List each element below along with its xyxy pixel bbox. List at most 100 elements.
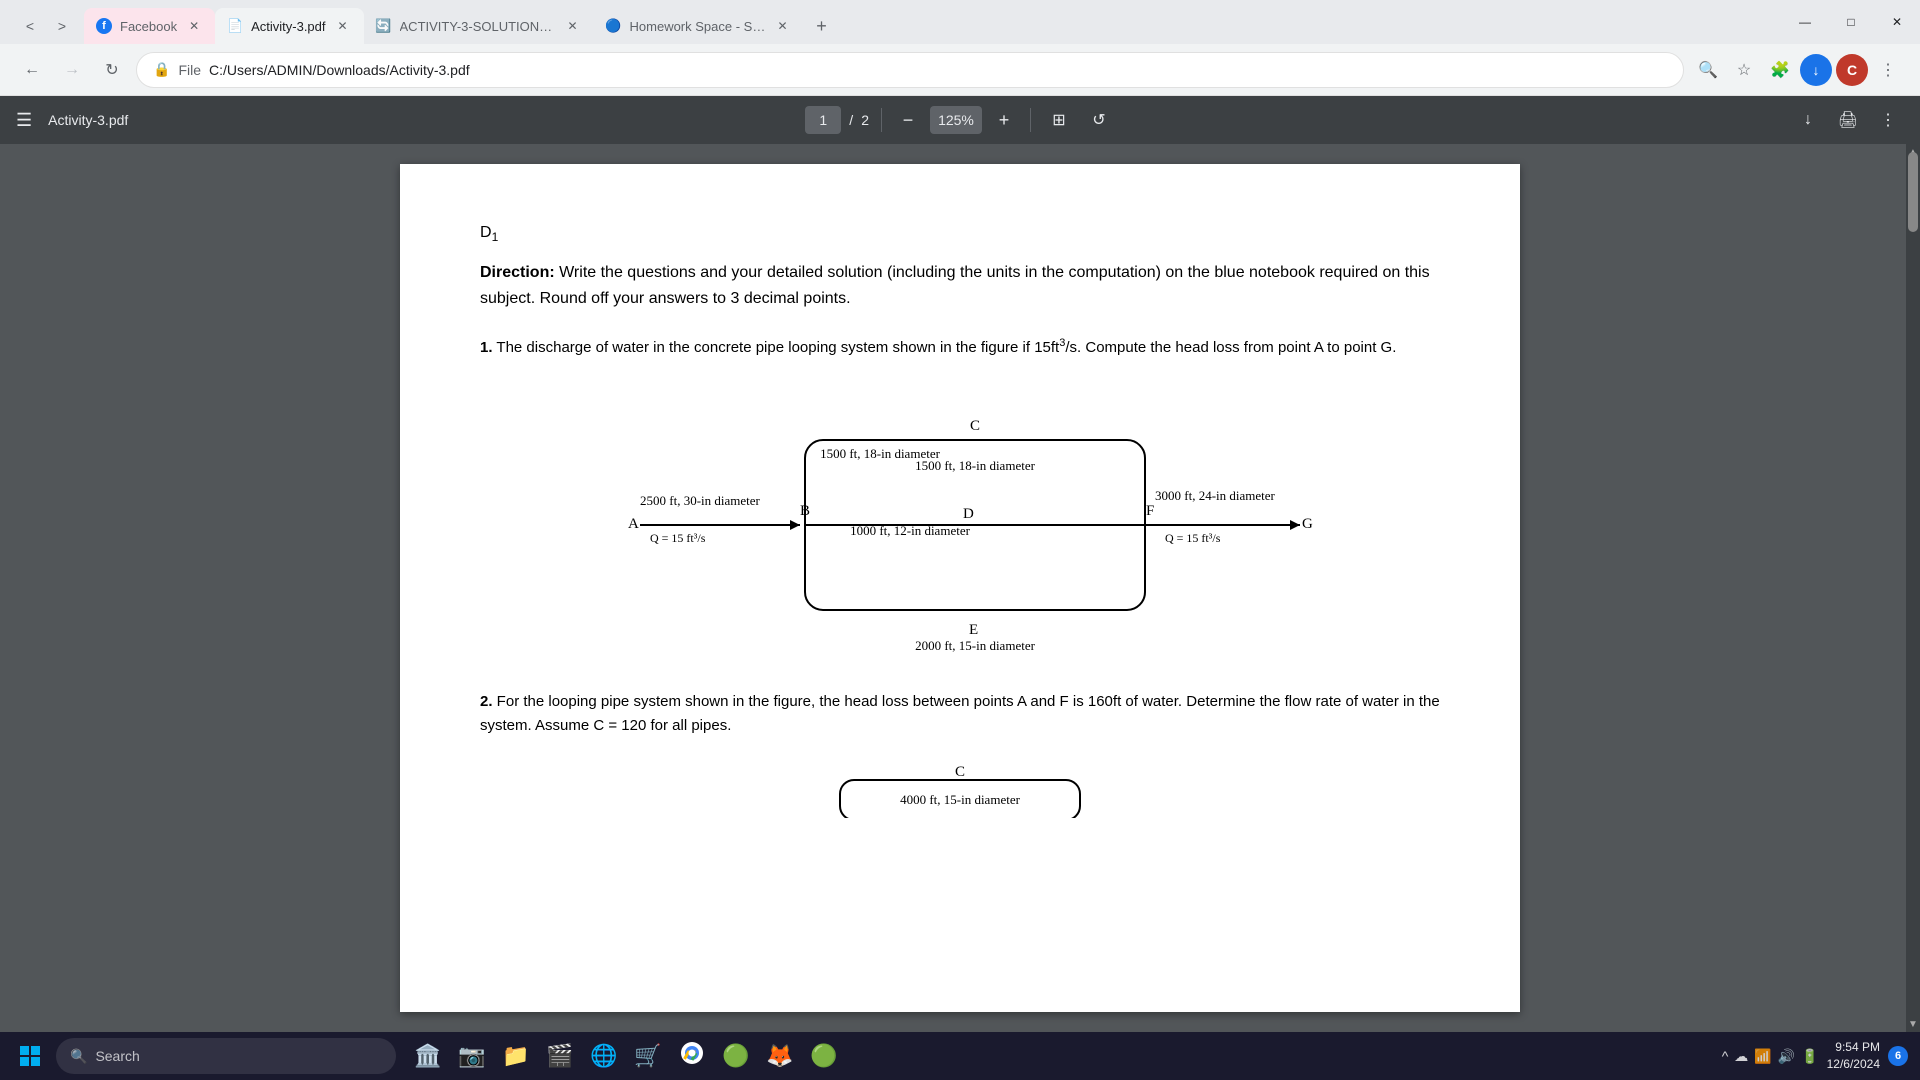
taskbar-app-store[interactable]: 🛒 bbox=[628, 1036, 668, 1076]
tab-activity3-close[interactable]: ✕ bbox=[334, 17, 352, 35]
pdf-download-btn[interactable]: ↓ bbox=[1792, 104, 1824, 136]
video-icon: 🎬 bbox=[546, 1043, 573, 1069]
forward-button[interactable]: → bbox=[56, 54, 88, 86]
clock-date: 12/6/2024 bbox=[1827, 1056, 1880, 1073]
browser-menu-btn[interactable]: ⋮ bbox=[1872, 54, 1904, 86]
taskbar-app-firefox[interactable]: 🦊 bbox=[760, 1036, 800, 1076]
taskbar-app-camera[interactable]: 📷 bbox=[452, 1036, 492, 1076]
new-tab-button[interactable]: + bbox=[808, 12, 836, 40]
tab-facebook-title: Facebook bbox=[120, 19, 177, 34]
lock-icon: 🔒 bbox=[153, 61, 170, 78]
tab-studyx[interactable]: 🔵 Homework Space - StudyX ✕ bbox=[594, 8, 804, 44]
partial-diagram: C 4000 ft, 15-in diameter bbox=[480, 758, 1440, 818]
partial-diagram-svg: C 4000 ft, 15-in diameter bbox=[760, 758, 1160, 818]
spotify-icon: 🟢 bbox=[810, 1043, 837, 1069]
url-text: C:/Users/ADMIN/Downloads/Activity-3.pdf bbox=[209, 62, 470, 78]
pdf-page-input[interactable] bbox=[805, 106, 841, 134]
tab-facebook-close[interactable]: ✕ bbox=[185, 17, 203, 35]
pdf-toolbar: ☰ Activity-3.pdf / 2 − + ⊞ ↺ ↓ 🖨 ⋮ bbox=[0, 96, 1920, 144]
pdf-heading: D1 bbox=[480, 224, 1440, 244]
pdf-print-btn[interactable]: 🖨 bbox=[1832, 104, 1864, 136]
pdf-toolbar-right: ↓ 🖨 ⋮ bbox=[1792, 104, 1904, 136]
maximize-button[interactable]: □ bbox=[1828, 6, 1874, 38]
window-controls: — □ ✕ bbox=[1782, 6, 1920, 38]
pdf-problem-1: 1. The discharge of water in the concret… bbox=[480, 335, 1440, 360]
download-button[interactable]: ↓ bbox=[1800, 54, 1832, 86]
top-pipe-inner: 1500 ft, 18-in diameter bbox=[915, 458, 1036, 473]
cloud-icon[interactable]: ☁ bbox=[1734, 1048, 1748, 1065]
tab-strip: f Facebook ✕ 📄 Activity-3.pdf ✕ 🔄 ACTIVI… bbox=[84, 8, 1782, 44]
taskbar-app-spotify[interactable]: 🟢 bbox=[804, 1036, 844, 1076]
windows-logo-icon bbox=[18, 1044, 42, 1068]
problem2-num: 2. bbox=[480, 693, 493, 710]
taskbar-app-browser2[interactable]: 🟢 bbox=[716, 1036, 756, 1076]
minimize-button[interactable]: — bbox=[1782, 6, 1828, 38]
label-d: D bbox=[963, 506, 974, 522]
pdf-menu-icon[interactable]: ☰ bbox=[16, 110, 32, 131]
search-icon-btn[interactable]: 🔍 bbox=[1692, 54, 1724, 86]
toolbar-right: 🔍 ☆ 🧩 ↓ C ⋮ bbox=[1692, 54, 1904, 86]
pdf-divider bbox=[881, 108, 882, 132]
label-c: C bbox=[970, 418, 980, 434]
tab-back-btn[interactable]: ˂ bbox=[16, 12, 44, 40]
chevron-icon[interactable]: ^ bbox=[1722, 1048, 1729, 1064]
tab-solutions[interactable]: 🔄 ACTIVITY-3-SOLUTIONS.pdf ✕ bbox=[364, 8, 594, 44]
taskbar-app-chrome[interactable] bbox=[672, 1036, 712, 1076]
studyx-favicon: 🔵 bbox=[606, 18, 622, 34]
extensions-btn[interactable]: 🧩 bbox=[1764, 54, 1796, 86]
scrollbar-thumb[interactable] bbox=[1908, 152, 1918, 232]
pdf-filename: Activity-3.pdf bbox=[48, 112, 128, 128]
pdf-page: D1 Direction: Write the questions and yo… bbox=[400, 164, 1520, 1012]
back-button[interactable]: ← bbox=[16, 54, 48, 86]
taskbar-app-filemanager[interactable]: 📁 bbox=[496, 1036, 536, 1076]
label-e: E bbox=[969, 622, 978, 638]
solutions-favicon: 🔄 bbox=[376, 18, 392, 34]
bookmark-star-btn[interactable]: ☆ bbox=[1728, 54, 1760, 86]
wifi-icon[interactable]: 📶 bbox=[1754, 1048, 1771, 1065]
flow-right-label: Q = 15 ft³/s bbox=[1165, 531, 1221, 545]
taskbar-search-bar[interactable]: 🔍 Search bbox=[56, 1038, 396, 1074]
scrollbar-right[interactable]: ▲ ▼ bbox=[1906, 144, 1920, 1032]
zoom-out-button[interactable]: − bbox=[894, 106, 922, 134]
tab-solutions-close[interactable]: ✕ bbox=[564, 17, 582, 35]
notification-badge[interactable]: 6 bbox=[1888, 1046, 1908, 1066]
store-icon: 🛒 bbox=[634, 1043, 661, 1069]
taskbar: 🔍 Search 🏛️ 📷 📁 🎬 🌐 🛒 bbox=[0, 1032, 1920, 1080]
taskbar-app-video[interactable]: 🎬 bbox=[540, 1036, 580, 1076]
start-button[interactable] bbox=[12, 1038, 48, 1074]
fit-page-button[interactable]: ⊞ bbox=[1043, 104, 1075, 136]
volume-icon[interactable]: 🔊 bbox=[1778, 1048, 1795, 1065]
zoom-input[interactable] bbox=[930, 106, 982, 134]
scroll-down-arrow[interactable]: ▼ bbox=[1907, 1016, 1919, 1032]
bottom-pipe-label: 2000 ft, 15-in diameter bbox=[915, 638, 1036, 653]
tab-left-controls: ˂ ˃ bbox=[8, 12, 84, 40]
tab-facebook[interactable]: f Facebook ✕ bbox=[84, 8, 215, 44]
right-pipe-label: 3000 ft, 24-in diameter bbox=[1155, 488, 1276, 503]
problem2-text: For the looping pipe system shown in the… bbox=[480, 693, 1440, 734]
clock[interactable]: 9:54 PM 12/6/2024 bbox=[1827, 1039, 1880, 1073]
pdf-more-btn[interactable]: ⋮ bbox=[1872, 104, 1904, 136]
pdf-toolbar-center: / 2 − + ⊞ ↺ bbox=[140, 104, 1780, 136]
url-bar[interactable]: 🔒 File C:/Users/ADMIN/Downloads/Activity… bbox=[136, 52, 1684, 88]
browser-window: ˂ ˃ f Facebook ✕ 📄 Activity-3.pdf ✕ 🔄 AC… bbox=[0, 0, 1920, 1080]
profile-button[interactable]: C bbox=[1836, 54, 1868, 86]
flow-left-label: Q = 15 ft³/s bbox=[650, 531, 706, 545]
zoom-in-button[interactable]: + bbox=[990, 106, 1018, 134]
pipe-diagram: A B 2500 ft, 30-in diameter Q = 15 ft³/s… bbox=[480, 380, 1440, 660]
taskbar-app-explorer[interactable]: 🏛️ bbox=[408, 1036, 448, 1076]
activity3-favicon: 📄 bbox=[227, 18, 243, 34]
camera-icon: 📷 bbox=[458, 1043, 485, 1069]
rotate-button[interactable]: ↺ bbox=[1083, 104, 1115, 136]
filemanager-icon: 📁 bbox=[502, 1043, 529, 1069]
close-button[interactable]: ✕ bbox=[1874, 6, 1920, 38]
partial-pipe-label: 4000 ft, 15-in diameter bbox=[900, 792, 1021, 807]
tab-studyx-close[interactable]: ✕ bbox=[774, 17, 792, 35]
battery-icon[interactable]: 🔋 bbox=[1801, 1048, 1818, 1065]
taskbar-app-edge[interactable]: 🌐 bbox=[584, 1036, 624, 1076]
tab-activity3[interactable]: 📄 Activity-3.pdf ✕ bbox=[215, 8, 363, 44]
refresh-button[interactable]: ↻ bbox=[96, 54, 128, 86]
tab-forward-btn[interactable]: ˃ bbox=[48, 12, 76, 40]
tab-activity3-title: Activity-3.pdf bbox=[251, 19, 325, 34]
taskbar-system-tray: ^ ☁ 📶 🔊 🔋 9:54 PM 12/6/2024 6 bbox=[1722, 1039, 1908, 1073]
system-icons: ^ ☁ 📶 🔊 🔋 bbox=[1722, 1048, 1819, 1065]
